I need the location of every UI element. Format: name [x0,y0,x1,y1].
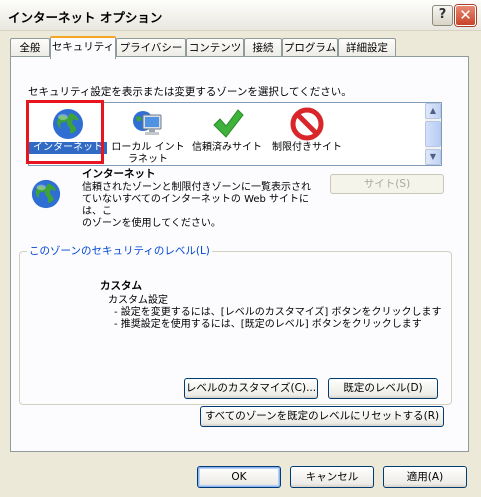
ok-button[interactable]: OK [197,466,281,488]
local-intranet-icon [133,111,162,135]
internet-options-dialog: インターネット オプション ? ✕ 全般 セキュリティ プライバシー コンテンツ… [0,0,481,497]
tab-programs[interactable]: プログラム [282,38,338,57]
zone-label: 信頼済みサイト [192,142,262,153]
security-level-group-label: このゾーンのセキュリティのレベル(L) [27,243,212,258]
zone-instruction: セキュリティ設定を表示または変更するゾーンを選択してください。 [28,86,352,98]
scroll-thumb[interactable] [425,121,441,147]
tab-connections[interactable]: 接続 [244,38,282,57]
scroll-down-button[interactable]: ▼ [425,149,441,165]
description-line: のゾーンを使用してください。 [82,218,221,229]
reset-all-zones-button[interactable]: すべてのゾーンを既定のレベルにリセットする(R) [200,406,444,427]
close-button[interactable]: ✕ [455,5,476,26]
globe-icon [31,179,61,209]
selected-zone-name: インターネット [82,168,156,180]
zone-list-scrollbar[interactable]: ▲ ▼ [425,103,441,165]
description-line: - 推奨設定を使用するには、[既定のレベル] ボタンをクリックします [114,319,422,330]
scroll-up-button[interactable]: ▲ [425,103,441,119]
zone-label: 制限付きサイト [272,142,342,153]
zone-local-intranet[interactable]: ローカル イントラネット [111,105,185,165]
zone-trusted-sites[interactable]: 信頼済みサイト [187,105,267,163]
zone-label: ローカル イントラネット [111,142,185,165]
close-icon: ✕ [459,6,472,24]
tab-advanced[interactable]: 詳細設定 [338,38,396,57]
description-line: ていないすべてのインターネットの Web サイトには、こ [82,194,310,217]
help-button[interactable]: ? [432,5,453,26]
tab-content[interactable]: コンテンツ [186,38,244,57]
sites-button[interactable]: サイト(S) [330,174,444,194]
tab-privacy[interactable]: プライバシー [116,38,186,57]
window-title: インターネット オプション [8,10,163,25]
selection-highlight-box [26,100,104,164]
apply-button[interactable]: 適用(A) [383,466,467,488]
default-level-button[interactable]: 既定のレベル(D) [328,378,438,399]
checkmark-icon [213,109,244,138]
zone-restricted-sites[interactable]: 制限付きサイト [267,105,347,163]
prohibited-icon [290,107,324,141]
description-line: - 設定を変更するには、[レベルのカスタマイズ] ボタンをクリックします [114,307,442,318]
customize-level-button[interactable]: レベルのカスタマイズ(C)... [184,378,318,399]
tab-security[interactable]: セキュリティ [50,36,116,59]
help-icon: ? [438,7,447,22]
description-line: 信頼されたゾーンと制限付きゾーンに一覧表示され [82,182,311,193]
title-bar[interactable]: インターネット オプション ? ✕ [0,0,481,31]
security-level-name: カスタム [100,280,142,292]
security-level-description: カスタム設定 - 設定を変更するには、[レベルのカスタマイズ] ボタンをクリック… [108,295,441,331]
selected-zone-description: 信頼されたゾーンと制限付きゾーンに一覧表示され ていないすべてのインターネットの… [82,182,322,230]
tab-general[interactable]: 全般 [10,38,50,57]
cancel-button[interactable]: キャンセル [290,466,374,488]
description-line: カスタム設定 [108,295,168,306]
